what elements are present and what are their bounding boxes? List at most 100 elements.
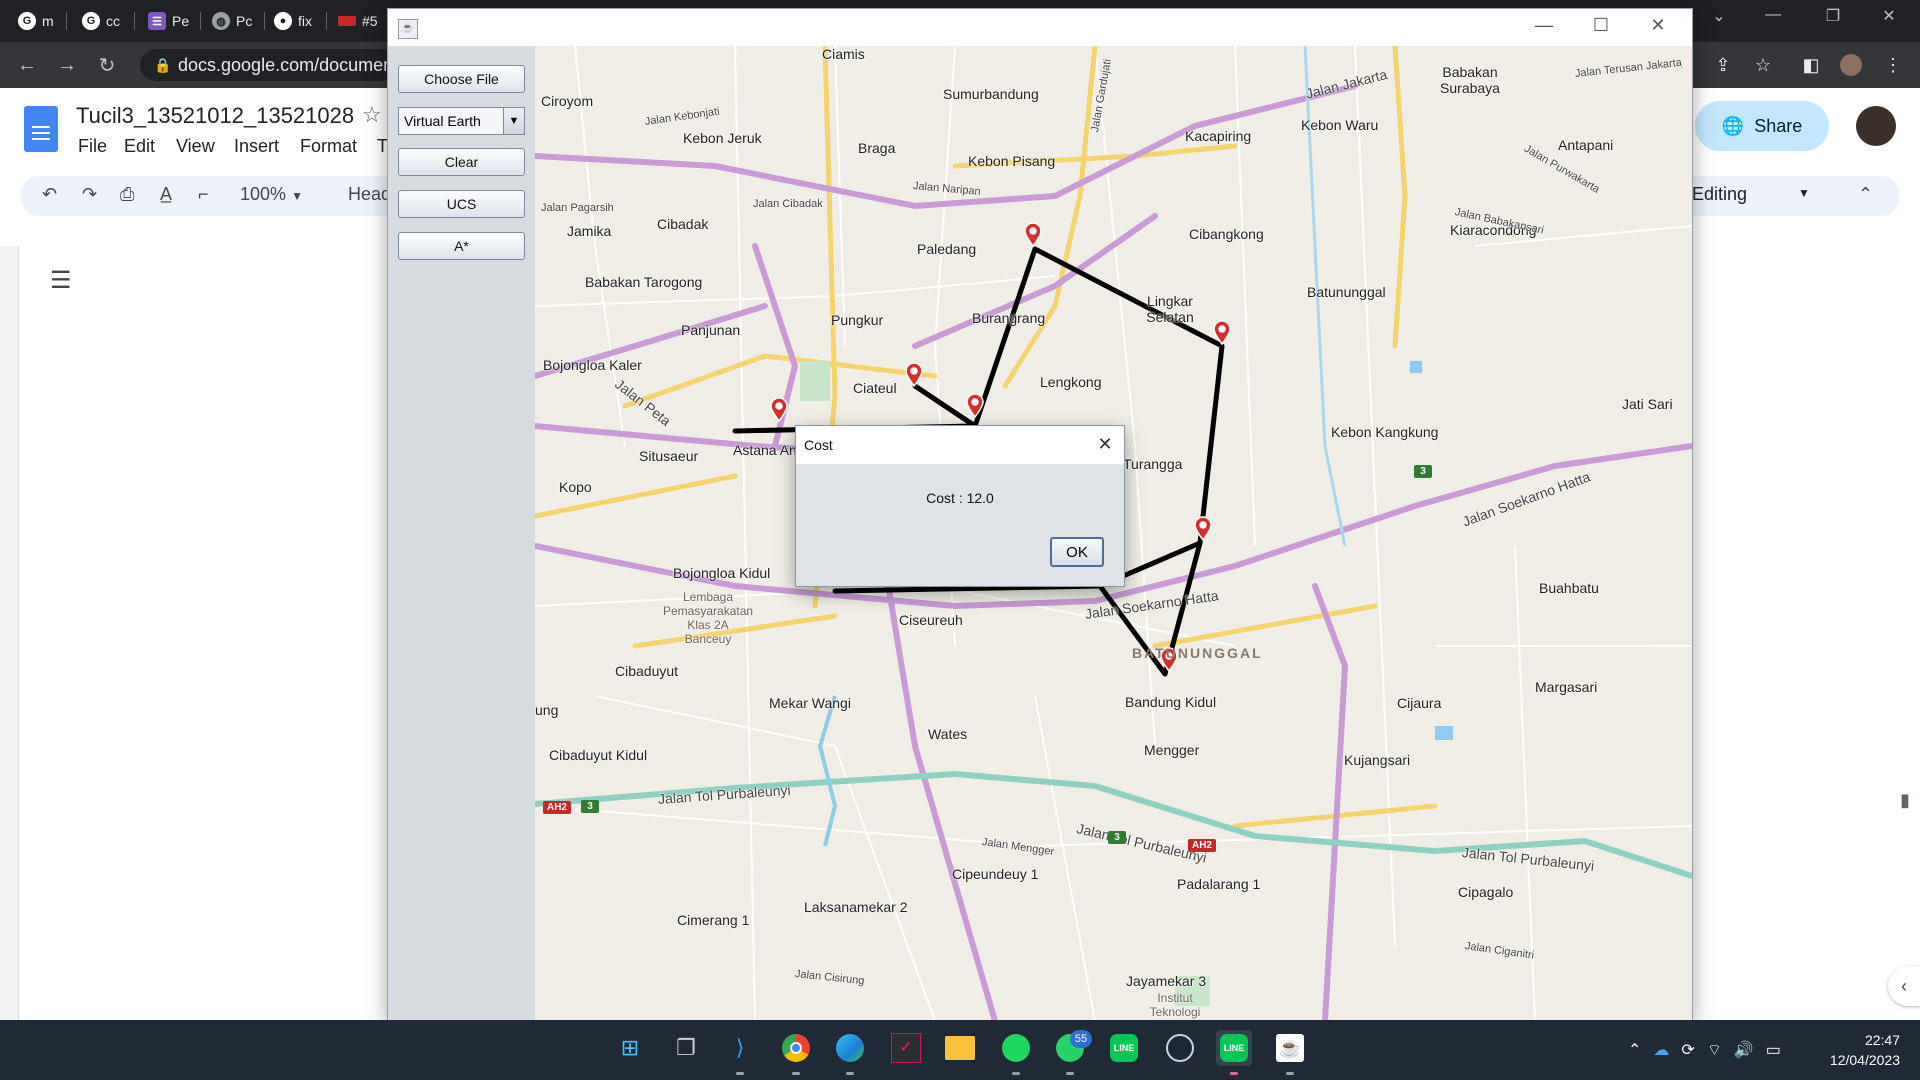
choose-file-button[interactable]: Choose File <box>398 65 525 93</box>
steam-icon[interactable] <box>1162 1030 1198 1066</box>
paint-format-icon[interactable]: ⌐ <box>198 184 209 205</box>
outline-icon[interactable]: ☰ <box>50 266 72 295</box>
forward-icon[interactable]: → <box>54 52 80 78</box>
spellcheck-icon[interactable]: A̲ <box>160 184 172 205</box>
minimize-icon[interactable]: — <box>1758 6 1788 24</box>
running-indicator <box>1230 1072 1238 1075</box>
browser-tab[interactable]: #5 <box>338 6 378 36</box>
map-pin-icon[interactable] <box>905 362 923 388</box>
place-label: Ciroyom <box>541 93 594 109</box>
place-label: Babakan Tarogong <box>585 274 703 290</box>
onedrive-icon[interactable]: ☁ <box>1653 1040 1669 1060</box>
sync-icon[interactable]: ⟳ <box>1681 1040 1694 1060</box>
google-icon: G <box>82 12 100 30</box>
menu-file[interactable]: File <box>78 136 107 157</box>
tab-search-icon[interactable]: ⌄ <box>1704 6 1734 26</box>
close-icon[interactable]: ✕ <box>1638 15 1678 36</box>
place-label: Kopo <box>559 479 592 495</box>
highway-shield: AH2 <box>1188 839 1216 852</box>
map-pin-icon[interactable] <box>1024 222 1042 248</box>
line-icon[interactable]: LINE <box>1216 1030 1252 1066</box>
file-explorer-icon[interactable] <box>942 1030 978 1066</box>
vscode-icon[interactable]: ⟩ <box>722 1030 758 1066</box>
menu-format[interactable]: Format <box>300 136 357 157</box>
notification-badge: 55 <box>1070 1030 1092 1048</box>
undo-icon[interactable]: ↶ <box>42 184 57 205</box>
back-icon[interactable]: ← <box>14 52 40 78</box>
close-icon[interactable]: ✕ <box>1094 434 1116 455</box>
menu-view[interactable]: View <box>176 136 215 157</box>
clock-date[interactable]: 12/04/2023 <box>1810 1052 1900 1068</box>
tab-label: Pe <box>172 13 190 29</box>
place-label: Kebon Kangkung <box>1331 424 1439 440</box>
chevron-up-icon[interactable]: ⌃ <box>1858 184 1873 205</box>
ok-button[interactable]: OK <box>1050 537 1104 567</box>
astar-button[interactable]: A* <box>398 232 525 260</box>
netbeans-icon[interactable]: ✓ <box>888 1030 924 1066</box>
style-select[interactable]: Head <box>348 184 391 205</box>
print-icon[interactable]: ⎙ <box>120 184 134 205</box>
chrome-icon[interactable] <box>778 1030 814 1066</box>
highway-shield: 3 <box>1414 465 1432 478</box>
kebab-menu-icon[interactable]: ⋮ <box>1880 52 1906 78</box>
clock-time[interactable]: 22:47 <box>1840 1032 1900 1048</box>
place-label: Ciseureuh <box>899 612 963 628</box>
menu-edit[interactable]: Edit <box>124 136 155 157</box>
place-label: Kacapiring <box>1185 128 1252 144</box>
profile-icon[interactable] <box>1838 52 1864 78</box>
place-label: Lengkong <box>1040 374 1102 390</box>
maximize-icon[interactable]: ☐ <box>1581 15 1621 36</box>
chevron-down-icon[interactable]: ▼ <box>503 108 524 134</box>
menu-insert[interactable]: Insert <box>234 136 279 157</box>
zoom-select[interactable]: 100% ▼ <box>240 184 303 205</box>
place-label: Burangrang <box>972 310 1046 326</box>
map-pin-icon[interactable] <box>1194 516 1212 542</box>
side-panel-icon[interactable]: ◧ <box>1798 52 1824 78</box>
browser-tab[interactable]: ◍ Pc <box>212 6 252 36</box>
address-bar[interactable]: 🔒 docs.google.com/documen <box>140 49 400 81</box>
java-titlebar: ☕ — ☐ ✕ <box>388 9 1692 46</box>
wifi-icon[interactable]: ⌔ <box>1707 1040 1722 1060</box>
volume-icon[interactable]: 🔊 <box>1734 1040 1754 1060</box>
redo-icon[interactable]: ↷ <box>82 184 97 205</box>
side-panel-expand-button[interactable]: ‹ <box>1888 966 1920 1006</box>
highway-shield: 3 <box>1108 831 1126 844</box>
place-label: Sumurbandung <box>943 86 1039 102</box>
battery-icon[interactable]: ▭ <box>1766 1040 1781 1060</box>
place-label: Jayamekar 3 <box>1126 973 1207 989</box>
browser-tab[interactable]: Gcc <box>82 6 120 36</box>
chevron-up-icon[interactable]: ⌃ <box>1628 1040 1641 1060</box>
place-label: Bojongloa Kidul <box>673 565 771 581</box>
browser-tab[interactable]: Gm <box>18 6 54 36</box>
spotify-icon[interactable] <box>998 1030 1034 1066</box>
bookmark-star-icon[interactable]: ☆ <box>1750 52 1776 78</box>
share-page-icon[interactable]: ⇪ <box>1710 52 1736 78</box>
tab-divider <box>200 12 201 30</box>
line-icon[interactable]: LINE <box>1106 1030 1142 1066</box>
edge-icon[interactable] <box>832 1030 868 1066</box>
java-icon[interactable]: ☕ <box>1272 1030 1308 1066</box>
avatar[interactable] <box>1856 106 1896 146</box>
ucs-button[interactable]: UCS <box>398 190 525 218</box>
dialog-titlebar[interactable]: Cost ✕ <box>796 426 1124 464</box>
close-icon[interactable]: ✕ <box>1874 6 1904 26</box>
reload-icon[interactable]: ↻ <box>94 52 120 78</box>
minimize-icon[interactable]: — <box>1524 15 1564 36</box>
running-indicator <box>846 1072 854 1075</box>
windows-start-icon[interactable]: ⊞ <box>612 1030 648 1066</box>
cost-message: Cost : 12.0 <box>926 490 994 506</box>
clear-button[interactable]: Clear <box>398 148 525 176</box>
star-icon[interactable]: ☆ <box>362 102 382 128</box>
docs-logo[interactable] <box>24 106 58 152</box>
task-view-icon[interactable]: ❐ <box>668 1030 704 1066</box>
place-label: Ciateul <box>853 380 897 396</box>
browser-tab[interactable]: ● fix <box>274 6 312 36</box>
editing-mode-select[interactable]: Editing ▼ <box>1692 184 1810 205</box>
browser-tab[interactable]: ☰ Pe <box>148 6 189 36</box>
map-type-select[interactable]: Virtual Earth ▼ <box>398 107 525 135</box>
restore-icon[interactable]: ❐ <box>1818 6 1848 26</box>
scrollbar[interactable]: ▮ <box>1900 790 1910 811</box>
place-label: Cijaura <box>1397 695 1442 711</box>
document-title[interactable]: Tucil3_13521012_13521028 <box>76 103 354 129</box>
share-button[interactable]: 🌐 Share <box>1695 101 1829 151</box>
